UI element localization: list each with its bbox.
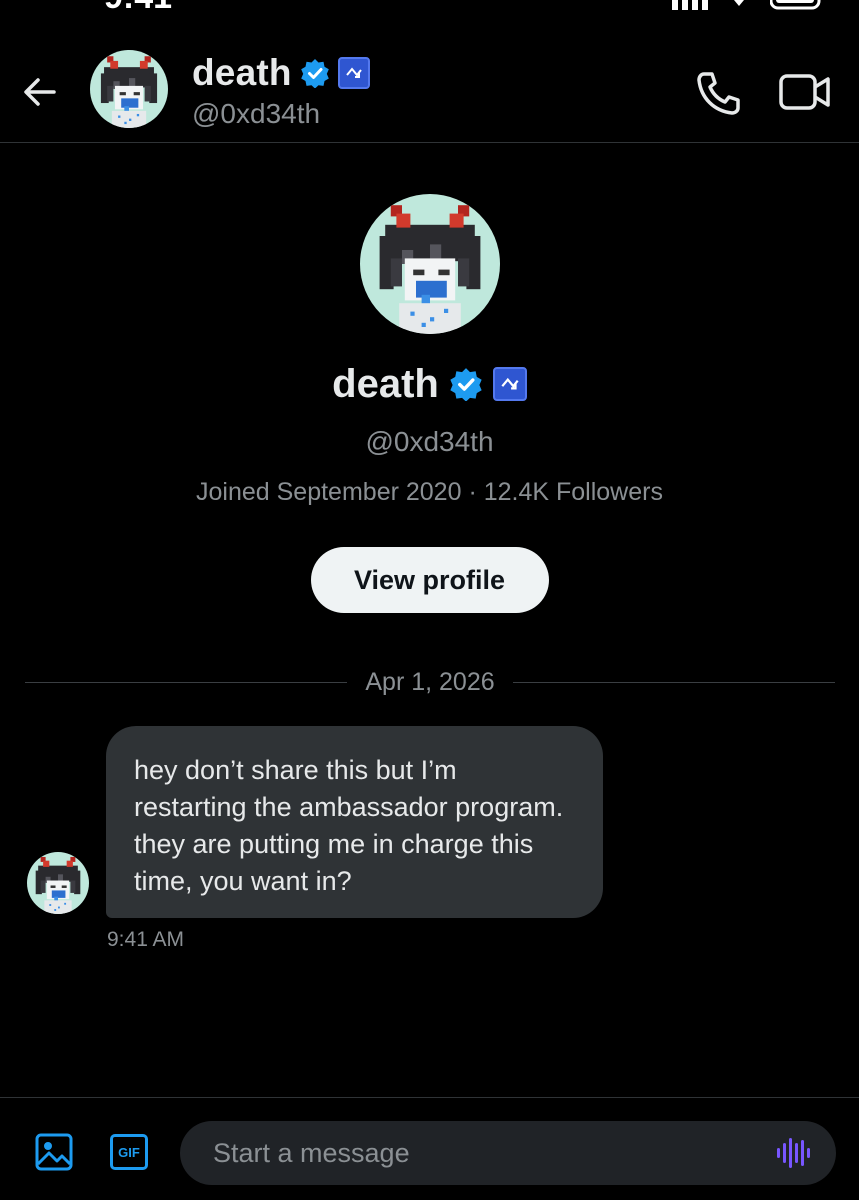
voice-message-button[interactable] — [776, 1137, 810, 1169]
profile-display-name: death — [332, 361, 439, 406]
message-timestamp: 9:41 AM — [107, 928, 185, 951]
message-input-container — [180, 1121, 836, 1185]
avatar-image — [90, 50, 168, 128]
video-camera-icon — [779, 74, 830, 110]
header-handle: @0xd34th — [192, 98, 321, 129]
message-input[interactable] — [180, 1121, 760, 1185]
add-media-button[interactable] — [34, 1132, 74, 1172]
meta-separator: · — [468, 478, 477, 506]
video-call-button[interactable] — [778, 70, 832, 114]
avatar-image — [360, 194, 500, 334]
affiliate-badge-icon — [337, 57, 370, 89]
voice-wave-icon — [777, 1138, 810, 1168]
profile-card: death @0xd34th Joined September 2020 · 1… — [0, 194, 859, 613]
affiliate-badge-icon — [492, 367, 527, 401]
conversation-header: death @0xd34th — [0, 0, 859, 143]
profile-handle: @0xd34th — [365, 426, 494, 457]
profile-name-row: death — [0, 356, 859, 412]
header-display-name: death — [192, 52, 292, 93]
avatar[interactable] — [90, 50, 168, 128]
gif-icon: GIF — [118, 1144, 140, 1160]
profile-avatar[interactable] — [360, 194, 500, 334]
date-divider: Apr 1, 2026 — [25, 664, 836, 700]
verified-badge-icon — [450, 368, 482, 401]
back-button[interactable] — [18, 70, 62, 114]
divider-line — [25, 681, 348, 683]
header-name-row: death — [192, 52, 370, 94]
divider-line — [512, 681, 836, 683]
call-button[interactable] — [694, 68, 744, 118]
message-bubble[interactable]: hey don’t share this but I’m restarting … — [106, 726, 603, 918]
gif-button[interactable]: GIF — [110, 1134, 148, 1170]
image-icon — [35, 1133, 73, 1171]
arrow-left-icon — [24, 78, 56, 106]
view-profile-button[interactable]: View profile — [310, 547, 549, 613]
message-avatar[interactable] — [27, 852, 89, 914]
phone-icon — [697, 72, 740, 115]
profile-meta: Joined September 2020 · 12.4K Followers — [0, 478, 859, 507]
joined-date: Joined September 2020 — [196, 478, 462, 506]
avatar-image — [27, 852, 89, 914]
verified-badge-icon — [300, 59, 329, 88]
followers-count[interactable]: 12.4K Followers — [484, 478, 663, 506]
message-composer: GIF — [0, 1097, 859, 1200]
conversation-date: Apr 1, 2026 — [365, 667, 495, 696]
